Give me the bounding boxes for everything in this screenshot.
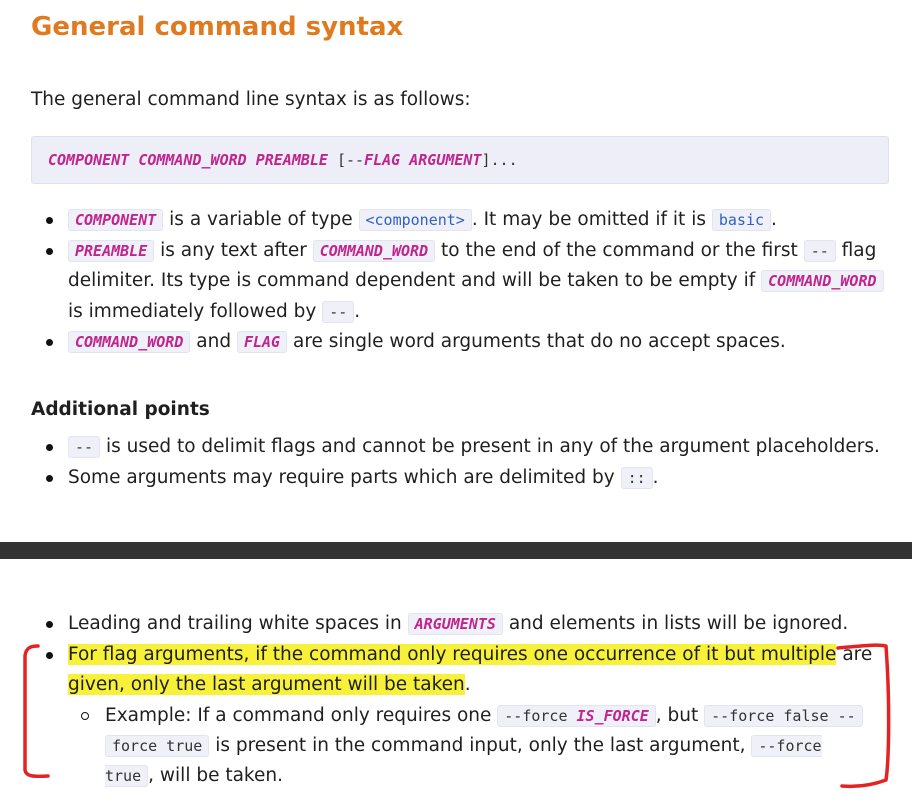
additional-points-list: -- is used to delimit flags and cannot b… [31,432,891,493]
code-force-true: force true [105,734,210,757]
code-flag: FLAG [236,331,288,353]
syntax-close-bracket: ]... [481,151,518,169]
code-part-delimiter: :: [620,466,653,489]
list-text: is used to delimit flags and cannot be p… [105,436,880,457]
list-text: . [354,300,361,322]
syntax-flag: FLAG [364,151,401,169]
highlighted-text: For flag arguments, if the command only … [68,643,837,665]
list-text: to the end of the command or the first [441,239,798,261]
code-preamble: PREAMBLE [68,239,155,262]
code-flag-delimiter: -- [68,436,101,458]
code-force-flag: --force [504,706,568,725]
list-text: , but [655,704,699,726]
list-text: , [148,764,155,786]
list-item: For flag arguments, if the command only … [31,640,879,791]
list-text: and [196,331,232,352]
list-item: Leading and trailing white spaces in ARG… [31,609,879,640]
syntax-argument: ARGUMENT [409,151,482,169]
code-force-false: --force false -- [704,704,863,727]
code-flag-delimiter: -- [322,300,355,323]
list-text: is any text after [160,239,307,261]
list-text: Leading and trailing white spaces in [68,613,402,634]
syntax-open-bracket: [-- [337,151,365,169]
code-is-force: IS_FORCE [576,706,649,725]
code-force-example: --force IS_FORCE [497,704,656,727]
syntax-preamble: PREAMBLE [255,151,328,169]
list-item: PREAMBLE is any text after COMMAND_WORD … [31,236,891,328]
code-basic: basic [711,209,772,231]
list-item: COMMAND_WORD and FLAG are single word ar… [31,327,891,358]
code-command-word: COMMAND_WORD [68,331,191,353]
list-text: is present in the command input, only th… [215,734,746,756]
sub-list: Example: If a command only requires one … [68,701,879,791]
list-text: . [771,209,777,230]
list-text: will be taken. [159,764,283,786]
code-component-type: <component> [358,209,472,231]
code-flag-delimiter: -- [803,239,836,262]
list-text: and elements in lists will be ignored. [508,613,849,634]
list-text: Some arguments may require parts which a… [68,466,615,488]
intro-text: The general command line syntax is as fo… [31,89,471,110]
code-arguments: ARGUMENTS [407,613,503,635]
list-text: is immediately followed by [68,300,317,322]
list-item: Some arguments may require parts which a… [31,463,891,494]
list-text: . It may be omitted if it is [471,209,706,230]
list-item: -- is used to delimit flags and cannot b… [31,432,891,463]
highlighted-text: given, only the last argument will be ta… [68,674,465,695]
syntax-command-word: COMMAND_WORD [138,151,247,169]
syntax-component: COMPONENT [48,151,130,169]
screenshot-divider [0,542,912,559]
list-text: . [464,674,471,695]
syntax-list: COMPONENT is a variable of type <compone… [31,205,891,358]
code-command-word: COMMAND_WORD [761,270,884,292]
code-command-word: COMMAND_WORD [312,239,436,262]
code-component: COMPONENT [68,209,164,231]
list-item: COMPONENT is a variable of type <compone… [31,205,891,236]
list-text: are [842,643,873,665]
sub-list-item: Example: If a command only requires one … [68,701,879,791]
page-title: General command syntax [31,12,404,42]
list-text: . [652,466,659,488]
lower-list: Leading and trailing white spaces in ARG… [31,609,879,791]
syntax-code-block: COMPONENT COMMAND_WORD PREAMBLE [--FLAG … [31,136,889,184]
additional-points-heading: Additional points [31,399,210,420]
list-text: are single word arguments that do no acc… [292,331,786,352]
list-text: is a variable of type [169,209,353,230]
list-text: Example: If a command only requires one [105,704,492,726]
